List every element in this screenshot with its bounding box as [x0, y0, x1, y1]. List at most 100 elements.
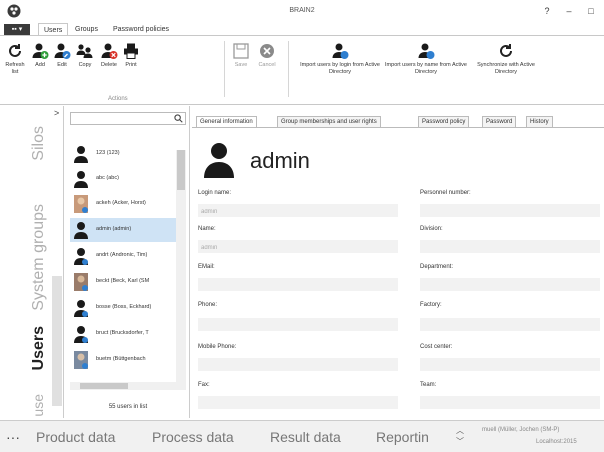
- window-title: BRAIN2: [289, 7, 315, 14]
- refresh-icon: [9, 44, 21, 57]
- mobile-phone-label: Mobile Phone:: [198, 344, 237, 350]
- nav-system-groups[interactable]: System groups: [30, 204, 48, 311]
- title-bar: BRAIN2 ? – □: [0, 0, 604, 22]
- user-list-panel: 123 (123) abc (abc) ackeh (Acker, Horst)…: [66, 106, 190, 418]
- current-user-status: muell (Müller, Jochen (SM-P): [482, 427, 560, 433]
- list-item[interactable]: bosse (Boss, Eckhard): [70, 296, 178, 320]
- app-menu-button[interactable]: ▪▪ ▾: [4, 24, 30, 35]
- department-label: Department:: [420, 264, 454, 270]
- chevron-down-icon[interactable]: ﹀: [456, 436, 464, 447]
- search-input[interactable]: [70, 112, 186, 125]
- minimize-button[interactable]: –: [562, 4, 576, 18]
- tab-divider: [192, 127, 604, 128]
- user-icon: [74, 146, 88, 163]
- add-user-button[interactable]: Add: [30, 42, 50, 69]
- department-field[interactable]: [420, 278, 600, 291]
- mobile-phone-field[interactable]: [198, 358, 398, 371]
- list-item[interactable]: andrt (Andronic, Tim): [70, 244, 178, 268]
- ribbon-separator: [224, 41, 225, 97]
- user-count: 55 users in list: [108, 404, 148, 410]
- left-navigation: > Silos System groups Users use: [0, 106, 64, 418]
- nav-result-data[interactable]: Result data: [270, 429, 341, 445]
- add-user-icon: [32, 43, 49, 59]
- import-user-icon: [332, 43, 349, 59]
- cost-center-field[interactable]: [420, 358, 600, 371]
- user-icon: [204, 143, 234, 178]
- phone-label: Phone:: [198, 302, 218, 308]
- list-item[interactable]: bruct (Brucksdorfer, T: [70, 322, 178, 346]
- printer-icon: [124, 43, 138, 59]
- synchronize-button[interactable]: Synchronize with Active Directory: [470, 42, 542, 76]
- delete-user-button[interactable]: Delete: [98, 42, 120, 69]
- nav-scroll-arrows[interactable]: ︿ ﹀: [456, 425, 464, 447]
- refresh-button[interactable]: Refresh list: [2, 42, 28, 76]
- maximize-button[interactable]: □: [584, 4, 598, 18]
- nav-use[interactable]: use: [30, 394, 46, 417]
- delete-user-icon: [101, 43, 118, 59]
- ribbon-separator: [288, 41, 289, 97]
- list-item[interactable]: 123 (123): [70, 142, 178, 166]
- user-icon: [74, 326, 88, 343]
- nav-product-data[interactable]: Product data: [36, 429, 115, 445]
- cancel-button[interactable]: Cancel: [256, 42, 278, 69]
- copy-user-button[interactable]: Copy: [74, 42, 96, 69]
- personnel-number-label: Personnel number:: [420, 190, 471, 196]
- bottom-navigation: ··· Product data Process data Result dat…: [0, 420, 604, 452]
- user-icon: [74, 171, 88, 188]
- ribbon: Refresh list Add Edit Copy Delete Print …: [0, 35, 604, 105]
- list-item[interactable]: ackeh (Acker, Horst): [70, 192, 178, 216]
- nav-reporting[interactable]: Reportin: [376, 429, 429, 445]
- user-icon: [74, 248, 88, 265]
- scroll-thumb[interactable]: [177, 150, 185, 190]
- nav-silos[interactable]: Silos: [30, 126, 48, 161]
- division-label: Division:: [420, 226, 443, 232]
- name-field[interactable]: [198, 240, 398, 253]
- list-vertical-scrollbar[interactable]: [176, 150, 186, 390]
- factory-label: Factory:: [420, 302, 442, 308]
- search-icon[interactable]: [174, 114, 183, 123]
- fax-label: Fax:: [198, 382, 210, 388]
- email-label: EMail:: [198, 264, 215, 270]
- save-icon: [233, 43, 249, 59]
- email-field[interactable]: [198, 278, 398, 291]
- list-item[interactable]: buetm (Büttgenbach: [70, 348, 178, 372]
- user-detail-panel: General information Group memberships an…: [192, 106, 604, 418]
- list-horizontal-scrollbar[interactable]: [70, 382, 176, 390]
- nav-process-data[interactable]: Process data: [152, 429, 234, 445]
- login-name-field[interactable]: [198, 204, 398, 217]
- help-button[interactable]: ?: [540, 4, 554, 18]
- list-item[interactable]: beckt (Beck, Karl (SM: [70, 270, 178, 294]
- user-photo-avatar: [74, 351, 88, 369]
- login-name-label: Login name:: [198, 190, 232, 196]
- fax-field[interactable]: [198, 396, 398, 409]
- division-field[interactable]: [420, 240, 600, 253]
- edit-user-icon: [54, 43, 71, 59]
- scroll-thumb[interactable]: [80, 383, 128, 389]
- team-label: Team:: [420, 382, 437, 388]
- import-by-name-button[interactable]: Import users by name from Active Directo…: [384, 42, 468, 76]
- personnel-number-field[interactable]: [420, 204, 600, 217]
- sync-icon: [500, 44, 512, 57]
- server-status: Localhost:2015: [536, 439, 577, 445]
- edit-user-button[interactable]: Edit: [52, 42, 72, 69]
- nav-users[interactable]: Users: [30, 326, 48, 370]
- user-display-name: admin: [250, 148, 310, 173]
- factory-field[interactable]: [420, 318, 600, 331]
- list-item-selected[interactable]: admin (admin): [70, 218, 178, 242]
- save-button[interactable]: Save: [232, 42, 250, 69]
- phone-field[interactable]: [198, 318, 398, 331]
- collapse-nav-button[interactable]: >: [54, 108, 59, 118]
- more-button[interactable]: ···: [6, 429, 20, 445]
- user-photo-avatar: [74, 273, 88, 291]
- ribbon-tabs: ▪▪ ▾ Users Groups Password policies: [0, 22, 604, 36]
- copy-user-icon: [76, 44, 93, 58]
- nav-scrollbar[interactable]: [52, 276, 62, 406]
- actions-group-label: Actions: [108, 96, 128, 102]
- import-user-icon: [418, 43, 435, 59]
- user-photo-avatar: [74, 195, 88, 213]
- chevron-up-icon[interactable]: ︿: [456, 425, 464, 436]
- team-field[interactable]: [420, 396, 600, 409]
- list-item[interactable]: abc (abc): [70, 167, 178, 191]
- print-button[interactable]: Print: [122, 42, 140, 69]
- import-by-login-button[interactable]: Import users by login from Active Direct…: [298, 42, 382, 76]
